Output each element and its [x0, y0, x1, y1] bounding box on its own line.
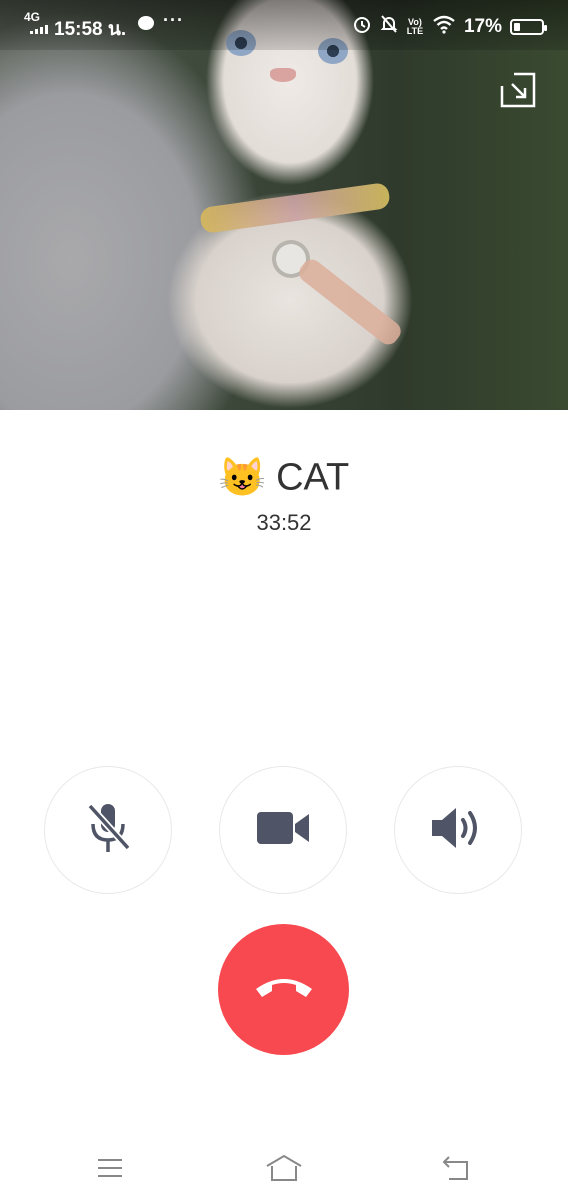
status-bar: 4G 15:58 น. ··· Vo) LTE 17%: [0, 0, 568, 50]
speaker-icon: [428, 804, 488, 857]
home-icon[interactable]: [264, 1152, 304, 1184]
video-camera-icon: [255, 808, 311, 853]
chat-bubble-icon: [138, 16, 154, 30]
battery-icon: [510, 19, 547, 35]
mute-notification-icon: [380, 14, 398, 40]
system-nav-bar: [0, 1140, 568, 1200]
minimize-icon[interactable]: [498, 70, 538, 110]
cat-nose: [270, 68, 296, 82]
call-duration: 33:52: [256, 510, 312, 535]
end-call-icon: [252, 971, 316, 1008]
signal-icon: [30, 25, 48, 34]
cat-collar: [199, 181, 391, 235]
mute-button[interactable]: [44, 766, 172, 894]
alarm-icon: [352, 14, 372, 40]
video-button[interactable]: [219, 766, 347, 894]
speaker-button[interactable]: [394, 766, 522, 894]
network-type: 4G: [24, 10, 41, 24]
caller-name-row: 😺 CAT: [0, 455, 568, 500]
call-screen: 4G 15:58 น. ··· Vo) LTE 17% 😺 CAT 33:52: [0, 0, 568, 1200]
volte-icon: Vo) LTE: [406, 17, 424, 36]
battery-percent: 17%: [463, 16, 502, 37]
status-time: 15:58 น.: [54, 19, 127, 40]
end-call-button[interactable]: [218, 924, 349, 1055]
wifi-icon: [432, 14, 456, 40]
back-icon[interactable]: [436, 1152, 476, 1184]
mic-off-icon: [84, 800, 132, 861]
cat-harness: [295, 255, 405, 349]
caller-video-preview[interactable]: [0, 0, 568, 410]
more-notifications-icon: ···: [163, 10, 184, 30]
caller-name: CAT: [276, 456, 350, 499]
cat-face-emoji: 😺: [218, 456, 267, 499]
menu-icon[interactable]: [90, 1152, 130, 1184]
